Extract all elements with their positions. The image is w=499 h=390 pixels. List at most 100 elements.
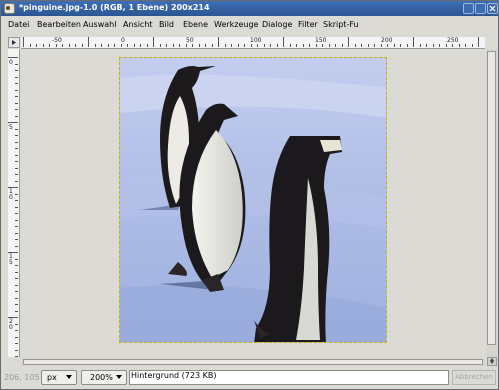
ruler-tick bbox=[15, 213, 18, 214]
layer-info: Hintergrund (723 KB) bbox=[131, 371, 217, 380]
ruler-tick bbox=[198, 44, 200, 47]
unit-value: px bbox=[47, 373, 57, 382]
navigate-icon bbox=[490, 358, 494, 364]
ruler-tick bbox=[322, 44, 323, 47]
maximize-button[interactable] bbox=[475, 3, 486, 14]
ruler-tick bbox=[484, 44, 485, 47]
vruler-label: 2 0 bbox=[9, 318, 13, 331]
ruler-tick bbox=[15, 70, 18, 71]
ruler-tick bbox=[426, 44, 427, 47]
ruler-tick bbox=[179, 44, 180, 47]
ruler-tick bbox=[153, 37, 154, 47]
ruler-tick bbox=[354, 44, 356, 47]
vruler-label: 5 bbox=[9, 124, 13, 131]
menu-auswahl[interactable]: Auswahl bbox=[83, 20, 116, 29]
ruler-tick bbox=[289, 44, 291, 47]
menu-ebene[interactable]: Ebene bbox=[183, 20, 208, 29]
ruler-tick bbox=[114, 44, 115, 47]
ruler-tick bbox=[140, 44, 141, 47]
pointer-coordinates: 206, 105 bbox=[4, 373, 40, 382]
image-canvas[interactable] bbox=[119, 57, 387, 343]
ruler-tick bbox=[224, 44, 226, 47]
ruler-tick bbox=[15, 89, 18, 91]
minimize-button[interactable] bbox=[463, 3, 474, 14]
menu-skript-fu[interactable]: Skript-Fu bbox=[323, 20, 359, 29]
menu-dialoge[interactable]: Dialoge bbox=[262, 20, 292, 29]
close-icon bbox=[489, 5, 496, 12]
ruler-tick bbox=[315, 44, 317, 47]
ruler-tick bbox=[15, 349, 18, 351]
ruler-tick bbox=[8, 122, 18, 123]
ruler-tick bbox=[15, 336, 18, 338]
ruler-tick bbox=[159, 44, 161, 47]
ruler-tick bbox=[458, 44, 460, 47]
hruler-label: 50 bbox=[186, 37, 194, 44]
ruler-tick bbox=[146, 44, 148, 47]
ruler-tick bbox=[15, 297, 18, 299]
gimp-app-icon[interactable] bbox=[4, 3, 15, 14]
ruler-tick bbox=[101, 44, 102, 47]
ruler-tick bbox=[15, 226, 18, 227]
vertical-scrollbar[interactable] bbox=[486, 49, 497, 357]
image-menu-button[interactable] bbox=[8, 37, 20, 48]
vertical-ruler: 0 5 1 0 1 5 2 0 bbox=[8, 49, 20, 357]
status-bar: 206, 105 px 200% Hintergrund (723 KB) Ab… bbox=[1, 367, 498, 389]
menu-filter[interactable]: Filter bbox=[298, 20, 318, 29]
title-bar[interactable]: *pinguine.jpg-1.0 (RGB, 1 Ebene) 200x214 bbox=[1, 1, 498, 16]
ruler-tick bbox=[15, 180, 18, 182]
close-button[interactable] bbox=[487, 3, 498, 14]
navigate-button[interactable] bbox=[487, 357, 497, 366]
hruler-label: 100 bbox=[250, 37, 262, 44]
ruler-tick bbox=[302, 44, 304, 47]
ruler-tick bbox=[400, 44, 401, 47]
ruler-tick bbox=[15, 239, 18, 240]
ruler-tick bbox=[380, 44, 382, 47]
arrow-right-icon bbox=[12, 40, 16, 45]
ruler-tick bbox=[237, 44, 239, 47]
unit-selector[interactable]: px bbox=[41, 370, 77, 385]
ruler-tick bbox=[15, 174, 18, 175]
vertical-scroll-thumb[interactable] bbox=[487, 51, 496, 345]
cancel-button[interactable]: Abbrechen bbox=[452, 370, 496, 385]
ruler-tick bbox=[15, 76, 18, 78]
ruler-tick bbox=[15, 96, 18, 97]
menu-bearbeiten[interactable]: Bearbeiten bbox=[37, 20, 81, 29]
image-window: *pinguine.jpg-1.0 (RGB, 1 Ebene) 200x214… bbox=[0, 0, 499, 390]
ruler-tick bbox=[107, 44, 109, 47]
zoom-selector[interactable]: 200% bbox=[81, 370, 127, 385]
ruler-tick bbox=[257, 44, 258, 47]
window-title: *pinguine.jpg-1.0 (RGB, 1 Ebene) 200x214 bbox=[19, 3, 210, 12]
ruler-tick bbox=[15, 141, 18, 143]
chevron-down-icon bbox=[66, 375, 72, 379]
ruler-tick bbox=[15, 109, 18, 110]
menu-bar: Datei Bearbeiten Auswahl Ansicht Bild Eb… bbox=[1, 17, 498, 32]
ruler-tick bbox=[478, 37, 479, 47]
ruler-tick bbox=[55, 44, 57, 47]
ruler-tick bbox=[341, 44, 343, 47]
ruler-tick bbox=[15, 206, 18, 208]
horizontal-scroll-thumb[interactable] bbox=[23, 359, 483, 365]
ruler-tick bbox=[276, 44, 278, 47]
ruler-tick bbox=[36, 44, 37, 47]
ruler-tick bbox=[42, 44, 44, 47]
ruler-tick bbox=[15, 330, 18, 331]
ruler-tick bbox=[94, 44, 96, 47]
ruler-tick bbox=[15, 304, 18, 305]
menu-bild[interactable]: Bild bbox=[159, 20, 174, 29]
ruler-tick bbox=[88, 37, 89, 47]
ruler-tick bbox=[15, 167, 18, 169]
horizontal-scrollbar[interactable] bbox=[21, 358, 485, 366]
ruler-tick bbox=[15, 200, 18, 201]
ruler-tick bbox=[374, 44, 375, 47]
ruler-tick bbox=[296, 44, 297, 47]
ruler-tick bbox=[465, 44, 466, 47]
ruler-tick bbox=[8, 57, 18, 58]
menu-werkzeuge[interactable]: Werkzeuge bbox=[214, 20, 258, 29]
ruler-tick bbox=[471, 44, 473, 47]
ruler-tick bbox=[218, 37, 219, 47]
zoom-value: 200% bbox=[90, 373, 113, 382]
menu-datei[interactable]: Datei bbox=[8, 20, 29, 29]
ruler-tick bbox=[250, 44, 252, 47]
menu-ansicht[interactable]: Ansicht bbox=[123, 20, 153, 29]
ruler-tick bbox=[393, 44, 395, 47]
